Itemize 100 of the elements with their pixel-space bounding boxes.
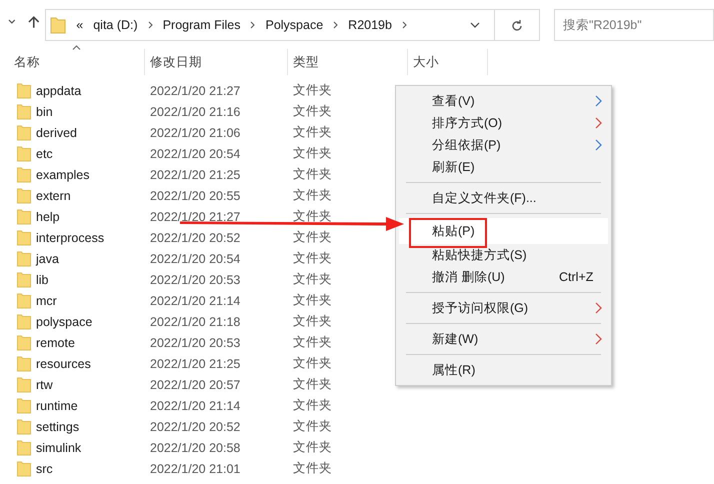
address-bar[interactable]: « qita (D:) Program Files Polyspace R2019b xyxy=(45,9,540,41)
file-type: 文件夹 xyxy=(293,230,332,244)
file-name[interactable]: interprocess xyxy=(36,230,104,244)
file-type: 文件夹 xyxy=(293,83,332,97)
menu-item[interactable]: 属性(R) xyxy=(399,359,608,381)
file-name[interactable]: remote xyxy=(36,336,75,350)
modified-date: 2022/1/20 21:27 xyxy=(150,210,240,224)
folder-icon xyxy=(17,82,31,98)
folder-icon xyxy=(50,16,66,34)
menu-item[interactable]: 排序方式(O) xyxy=(399,112,608,134)
modified-date: 2022/1/20 21:01 xyxy=(150,462,240,476)
folder-icon xyxy=(17,460,31,476)
menu-item[interactable]: 自定义文件夹(F)... xyxy=(399,187,608,209)
file-type: 文件夹 xyxy=(293,377,332,391)
modified-date: 2022/1/20 20:52 xyxy=(150,420,240,434)
folder-icon xyxy=(17,208,31,224)
menu-item[interactable]: 授予访问权限(G) xyxy=(399,297,608,319)
modified-date: 2022/1/20 20:54 xyxy=(150,252,240,266)
chevron-right-icon[interactable] xyxy=(250,21,256,29)
file-name[interactable]: bin xyxy=(36,104,53,118)
folder-icon xyxy=(17,230,31,246)
file-name[interactable]: extern xyxy=(36,188,71,202)
modified-date: 2022/1/20 20:53 xyxy=(150,272,240,286)
folder-icon xyxy=(17,166,31,182)
folder-icon xyxy=(17,418,31,434)
modified-date: 2022/1/20 21:06 xyxy=(150,126,240,140)
modified-date: 2022/1/20 20:58 xyxy=(150,440,240,454)
sort-caret-icon xyxy=(72,45,81,50)
folder-icon xyxy=(17,398,31,414)
file-name[interactable]: resources xyxy=(36,356,91,370)
breadcrumb[interactable]: Program Files xyxy=(162,18,240,32)
file-name[interactable]: runtime xyxy=(36,398,78,412)
file-type: 文件夹 xyxy=(293,251,332,265)
folder-icon xyxy=(17,334,31,350)
modified-date: 2022/1/20 20:57 xyxy=(150,378,240,392)
chevron-right-icon[interactable] xyxy=(333,21,338,29)
file-type: 文件夹 xyxy=(293,356,332,370)
menu-item[interactable]: 刷新(E) xyxy=(399,156,608,178)
up-arrow-icon[interactable] xyxy=(28,15,40,29)
column-header[interactable]: 类型 xyxy=(288,49,408,75)
file-name[interactable]: help xyxy=(36,210,60,224)
file-type: 文件夹 xyxy=(293,188,332,202)
folder-icon xyxy=(17,124,31,140)
breadcrumb[interactable]: R2019b xyxy=(348,18,392,32)
file-type: 文件夹 xyxy=(293,209,332,223)
shortcut-label: Ctrl+Z xyxy=(559,269,594,286)
chevron-right-icon[interactable] xyxy=(402,21,407,29)
file-name[interactable]: java xyxy=(36,252,59,266)
folder-icon xyxy=(17,146,31,162)
menu-item[interactable]: 查看(V) xyxy=(399,90,608,112)
modified-date: 2022/1/20 21:27 xyxy=(150,84,240,98)
file-name[interactable]: examples xyxy=(36,168,90,182)
modified-date: 2022/1/20 21:14 xyxy=(150,398,240,412)
file-name[interactable]: rtw xyxy=(36,378,53,392)
chevron-right-icon[interactable] xyxy=(148,21,153,29)
file-type: 文件夹 xyxy=(293,146,332,160)
file-name[interactable]: simulink xyxy=(36,440,82,454)
file-type: 文件夹 xyxy=(293,167,332,181)
folder-icon xyxy=(17,104,31,120)
column-header[interactable]: 名称 xyxy=(0,49,145,75)
file-name[interactable]: derived xyxy=(36,126,77,140)
column-header[interactable]: 大小 xyxy=(408,49,488,75)
menu-item[interactable]: 新建(W) xyxy=(399,328,608,350)
overflow-crumb[interactable]: « xyxy=(76,18,84,32)
file-name[interactable]: src xyxy=(36,462,53,476)
refresh-icon xyxy=(511,18,523,32)
file-type: 文件夹 xyxy=(293,104,332,118)
folder-icon xyxy=(17,314,31,330)
file-name[interactable]: etc xyxy=(36,146,53,160)
modified-date: 2022/1/20 21:25 xyxy=(150,356,240,370)
menu-item[interactable]: 撤消 删除(U) Ctrl+Z xyxy=(399,266,608,288)
file-type: 文件夹 xyxy=(293,419,332,433)
menu-item[interactable]: 粘贴快捷方式(S) xyxy=(399,244,608,266)
chevron-down-icon[interactable] xyxy=(470,22,480,28)
file-type: 文件夹 xyxy=(293,272,332,286)
file-type: 文件夹 xyxy=(293,398,332,412)
modified-date: 2022/1/20 20:55 xyxy=(150,188,240,202)
file-name[interactable]: mcr xyxy=(36,294,57,308)
breadcrumb[interactable]: Polyspace xyxy=(265,18,324,32)
file-name[interactable]: appdata xyxy=(36,84,82,98)
file-name[interactable]: settings xyxy=(36,420,80,434)
column-header[interactable]: 修改日期 xyxy=(145,49,288,75)
folder-icon xyxy=(17,376,31,392)
search-field[interactable]: 搜索"R2019b" xyxy=(554,9,714,41)
breadcrumb[interactable]: qita (D:) xyxy=(93,18,138,32)
menu-item[interactable]: 分组依据(P) xyxy=(399,134,608,156)
file-type: 文件夹 xyxy=(293,125,332,139)
folder-icon xyxy=(17,250,31,266)
file-name[interactable]: lib xyxy=(36,272,49,286)
modified-date: 2022/1/20 21:25 xyxy=(150,168,240,182)
modified-date: 2022/1/20 21:18 xyxy=(150,314,240,328)
file-type: 文件夹 xyxy=(293,335,332,349)
modified-date: 2022/1/20 21:16 xyxy=(150,104,240,118)
folder-icon xyxy=(17,188,31,204)
folder-icon xyxy=(17,440,31,456)
file-type: 文件夹 xyxy=(293,314,332,328)
chevron-down-icon[interactable] xyxy=(8,19,16,25)
file-name[interactable]: polyspace xyxy=(36,314,92,328)
folder-icon xyxy=(17,292,31,308)
file-type: 文件夹 xyxy=(293,293,332,307)
